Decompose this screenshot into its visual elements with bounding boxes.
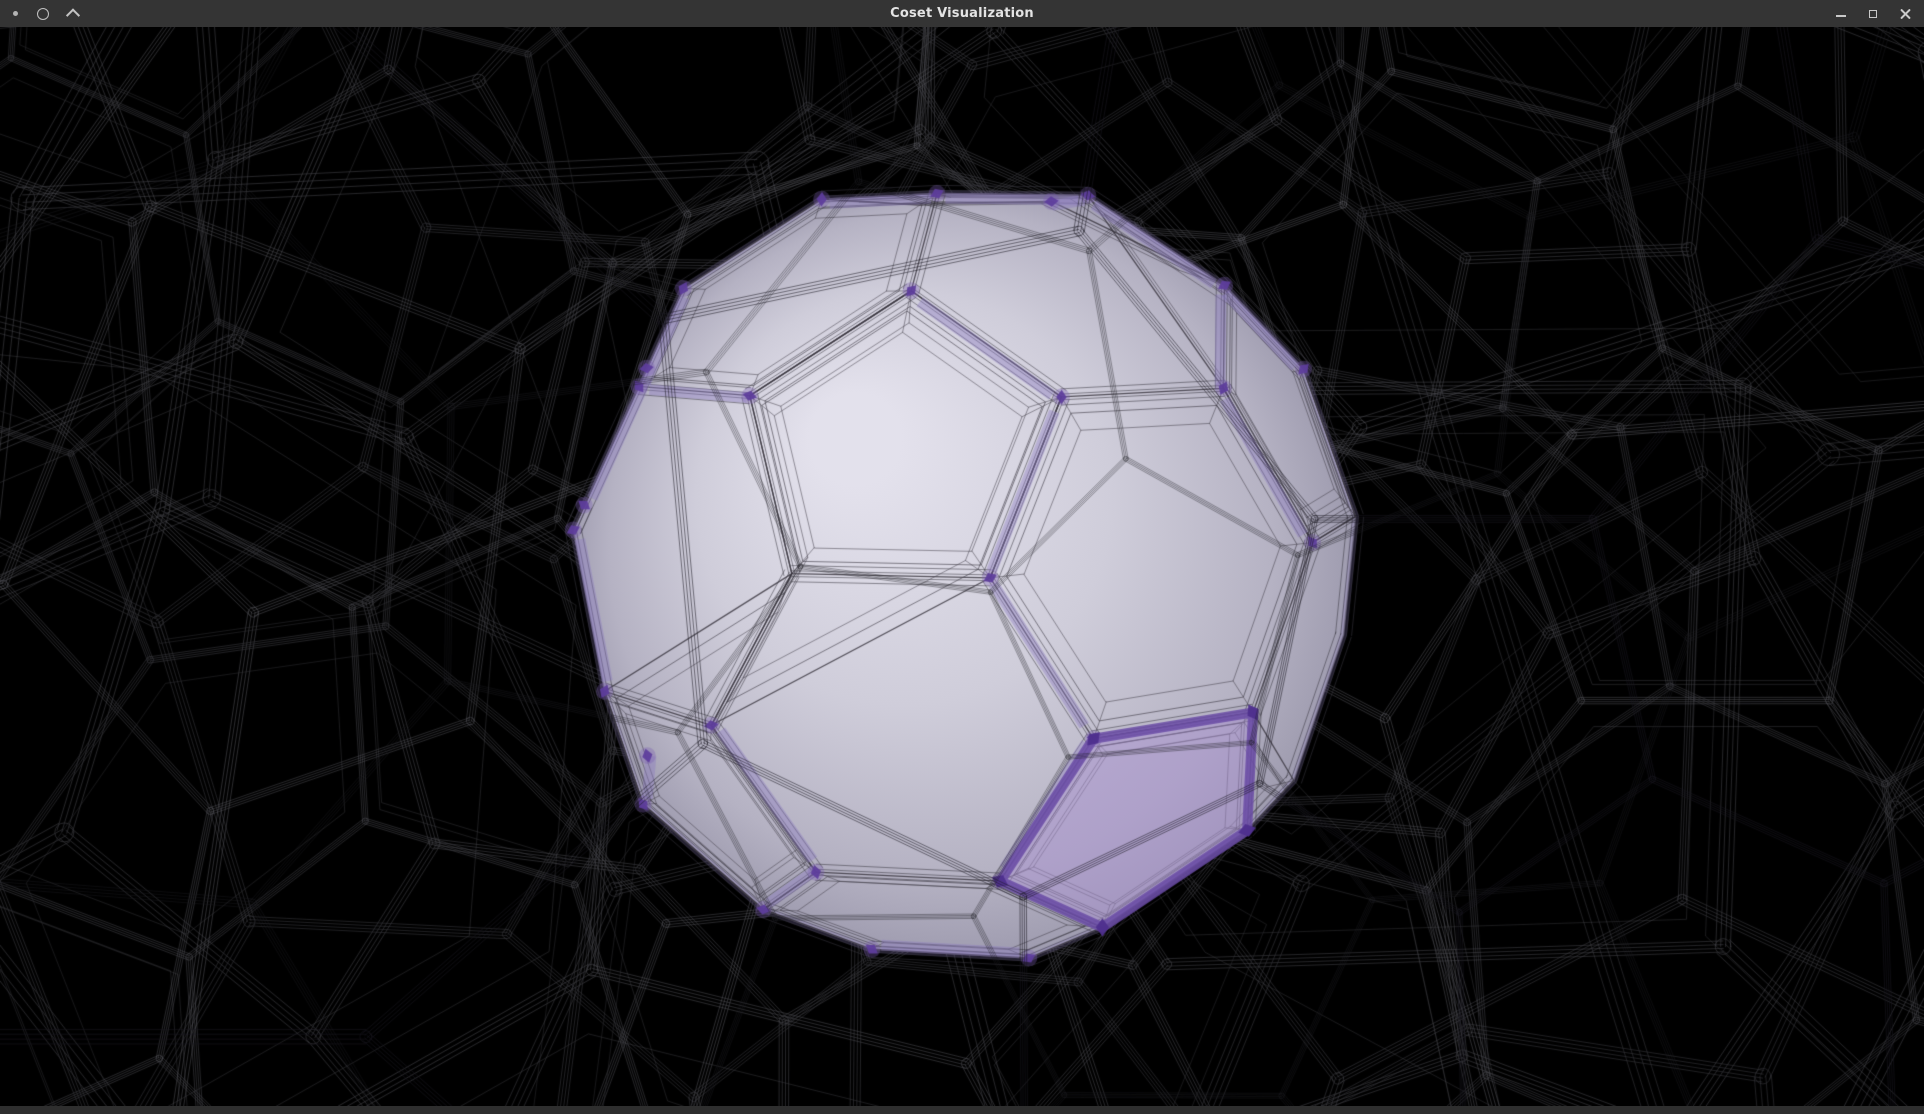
maximize-icon xyxy=(1869,10,1877,18)
window-title: Coset Visualization xyxy=(890,6,1034,21)
circle-icon[interactable] xyxy=(37,8,49,20)
scene-canvas[interactable] xyxy=(0,27,1924,1106)
viewport-3d xyxy=(0,27,1924,1106)
window-controls xyxy=(1835,0,1912,27)
app-window: Coset Visualization xyxy=(0,0,1924,1114)
close-button[interactable] xyxy=(1899,7,1912,20)
titlebar-left-icons xyxy=(13,0,78,27)
status-dot-icon xyxy=(13,11,18,16)
maximize-button[interactable] xyxy=(1867,8,1879,20)
chevron-up-icon[interactable] xyxy=(66,8,80,22)
window-bottom-border xyxy=(0,1106,1924,1114)
titlebar: Coset Visualization xyxy=(0,0,1924,27)
minimize-icon xyxy=(1836,15,1846,17)
minimize-button[interactable] xyxy=(1835,8,1847,20)
